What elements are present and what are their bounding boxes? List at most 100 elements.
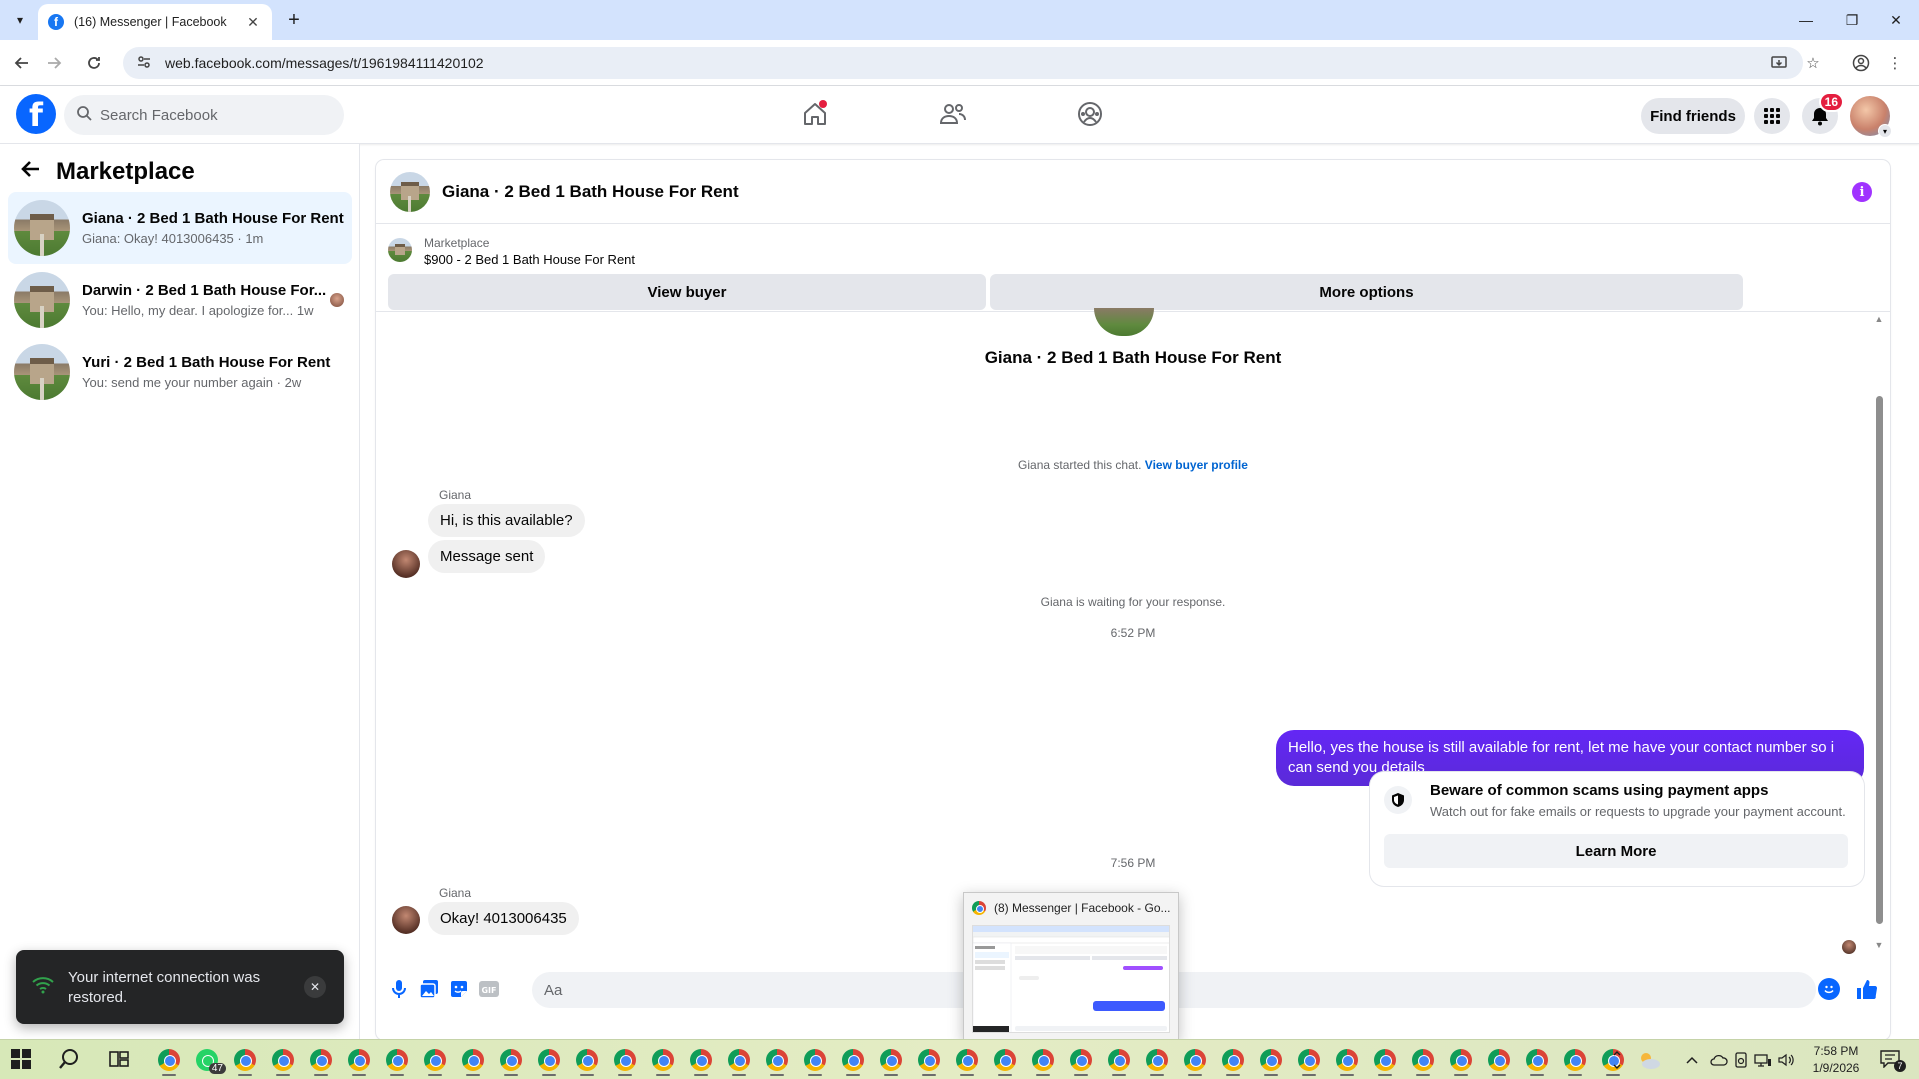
browser-menu-icon[interactable]: ⋮ [1883, 51, 1907, 75]
taskbar-chrome-window-icon[interactable] [720, 1044, 758, 1076]
taskbar-chrome-window-icon[interactable] [264, 1044, 302, 1076]
conversation-item-yuri[interactable]: Yuri · 2 Bed 1 Bath House For Rent You: … [8, 336, 352, 408]
taskbar-chrome-window-icon[interactable] [1024, 1044, 1062, 1076]
taskbar-chrome-window-icon[interactable] [1290, 1044, 1328, 1076]
facebook-search[interactable] [64, 95, 344, 135]
taskbar-search-icon[interactable] [58, 1048, 82, 1072]
find-friends-button[interactable]: Find friends [1641, 98, 1745, 134]
taskbar-chrome-window-icon[interactable] [606, 1044, 644, 1076]
bookmark-star-icon[interactable]: ☆ [1801, 51, 1825, 75]
message-list[interactable]: Giana · 2 Bed 1 Bath House For Rent Gian… [376, 308, 1890, 960]
taskbar-chrome-window-icon[interactable] [682, 1044, 720, 1076]
message-scrollbar[interactable]: ▲ ▼ [1874, 314, 1884, 954]
taskbar-chrome-window-icon[interactable] [1214, 1044, 1252, 1076]
home-nav-button[interactable] [795, 96, 835, 132]
thumbs-up-icon[interactable] [1854, 976, 1880, 1002]
taskbar-chrome-window-icon[interactable] [1176, 1044, 1214, 1076]
scroll-down-arrow-icon[interactable]: ▼ [1874, 940, 1884, 950]
windows-start-icon[interactable] [10, 1048, 34, 1072]
device-icon[interactable] [1734, 1040, 1748, 1079]
emoji-icon[interactable] [1818, 978, 1840, 1000]
reload-icon[interactable] [82, 51, 106, 75]
show-hidden-icons-icon[interactable] [1686, 1040, 1698, 1079]
microphone-icon[interactable] [386, 976, 412, 1002]
taskbar-chrome-window-icon[interactable] [948, 1044, 986, 1076]
groups-nav-button[interactable] [1070, 96, 1110, 132]
sender-avatar[interactable] [392, 550, 420, 578]
taskbar-chrome-window-icon[interactable] [872, 1044, 910, 1076]
taskbar-chrome-window-icon[interactable] [1062, 1044, 1100, 1076]
toast-close-button[interactable]: ✕ [304, 976, 326, 998]
info-icon[interactable]: i [1852, 182, 1872, 202]
taskbar-chrome-window-icon[interactable] [644, 1044, 682, 1076]
profile-icon[interactable] [1849, 51, 1873, 75]
chat-listing-avatar[interactable] [390, 171, 430, 212]
sticker-icon[interactable] [446, 976, 472, 1002]
tab-close-icon[interactable]: ✕ [244, 14, 262, 31]
search-input[interactable] [100, 106, 320, 124]
listing-price[interactable]: $900 - 2 Bed 1 Bath House For Rent [424, 252, 635, 267]
taskbar-chrome-window-icon[interactable] [1138, 1044, 1176, 1076]
conversation-item-darwin[interactable]: Darwin · 2 Bed 1 Bath House For... You: … [8, 264, 352, 336]
window-close-button[interactable]: ✕ [1873, 0, 1919, 40]
notifications-button[interactable]: 16 [1802, 92, 1844, 134]
taskbar-chrome-window-icon[interactable] [1366, 1044, 1404, 1076]
taskbar-chrome-icon[interactable] [150, 1044, 188, 1076]
install-app-icon[interactable] [1767, 51, 1791, 75]
incoming-message[interactable]: Message sent [428, 540, 546, 573]
new-tab-button[interactable]: + [282, 8, 306, 32]
network-icon[interactable] [1754, 1040, 1772, 1079]
window-restore-button[interactable]: ❐ [1829, 0, 1875, 40]
conversation-item-giana[interactable]: Giana · 2 Bed 1 Bath House For Rent Gian… [8, 192, 352, 264]
back-arrow-icon[interactable] [20, 158, 42, 186]
taskbar-chrome-window-icon[interactable] [1252, 1044, 1290, 1076]
address-bar[interactable]: web.facebook.com/messages/t/196198411142… [123, 47, 1803, 79]
gif-icon[interactable]: GIF [476, 976, 502, 1002]
friends-nav-button[interactable] [933, 96, 973, 132]
taskbar-chrome-window-icon[interactable] [340, 1044, 378, 1076]
tab-search-chevron-icon[interactable]: ▾ [6, 8, 34, 32]
scrollbar-thumb[interactable] [1876, 396, 1883, 924]
taskbar-chrome-window-icon[interactable] [302, 1044, 340, 1076]
taskbar-chrome-window-icon[interactable] [758, 1044, 796, 1076]
account-avatar[interactable]: ▾ [1850, 96, 1892, 138]
volume-icon[interactable] [1778, 1040, 1796, 1079]
window-minimize-button[interactable]: — [1783, 0, 1829, 40]
photo-icon[interactable] [416, 976, 442, 1002]
taskbar-chrome-window-icon[interactable] [226, 1044, 264, 1076]
taskbar-chrome-window-icon[interactable] [796, 1044, 834, 1076]
taskbar-chrome-window-icon[interactable] [1100, 1044, 1138, 1076]
taskbar-chrome-window-icon[interactable] [1328, 1044, 1366, 1076]
more-options-button[interactable]: More options [990, 274, 1743, 310]
taskbar-chrome-window-icon[interactable] [910, 1044, 948, 1076]
taskbar-chrome-window-icon[interactable] [416, 1044, 454, 1076]
taskbar-chrome-window-icon[interactable] [1442, 1044, 1480, 1076]
weather-icon[interactable] [1636, 1040, 1662, 1079]
incoming-message[interactable]: Okay! 4013006435 [428, 902, 579, 935]
taskbar-chrome-window-icon[interactable] [1480, 1044, 1518, 1076]
taskbar-window-preview[interactable]: (8) Messenger | Facebook - Go... [963, 892, 1179, 1040]
task-view-icon[interactable] [108, 1048, 132, 1072]
menu-button[interactable] [1754, 98, 1790, 134]
view-buyer-profile-link[interactable]: View buyer profile [1145, 458, 1248, 472]
scroll-up-arrow-icon[interactable]: ▲ [1874, 314, 1884, 324]
taskbar-chrome-window-icon[interactable] [834, 1044, 872, 1076]
view-buyer-button[interactable]: View buyer [388, 274, 986, 310]
taskbar-chrome-window-icon[interactable] [1404, 1044, 1442, 1076]
notification-center-icon[interactable]: 7 [1880, 1050, 1906, 1072]
taskbar-chrome-window-icon[interactable] [568, 1044, 606, 1076]
taskbar-chrome-window-icon[interactable] [1518, 1044, 1556, 1076]
onedrive-icon[interactable] [1710, 1040, 1728, 1079]
taskbar-chrome-window-icon[interactable] [1556, 1044, 1594, 1076]
taskbar-chrome-window-icon[interactable] [378, 1044, 416, 1076]
site-settings-icon[interactable] [137, 55, 151, 72]
back-arrow-icon[interactable] [10, 51, 34, 75]
taskbar-whatsapp-icon[interactable]: 47 [188, 1044, 226, 1076]
taskbar-chrome-window-icon[interactable] [492, 1044, 530, 1076]
forward-arrow-icon[interactable] [42, 51, 66, 75]
sender-avatar[interactable] [392, 906, 420, 934]
browser-tab-messenger[interactable]: f (16) Messenger | Facebook ✕ [38, 4, 272, 40]
facebook-logo-icon[interactable]: f [16, 94, 56, 134]
taskbar-chrome-window-icon[interactable] [530, 1044, 568, 1076]
chat-title[interactable]: Giana · 2 Bed 1 Bath House For Rent [442, 182, 739, 202]
